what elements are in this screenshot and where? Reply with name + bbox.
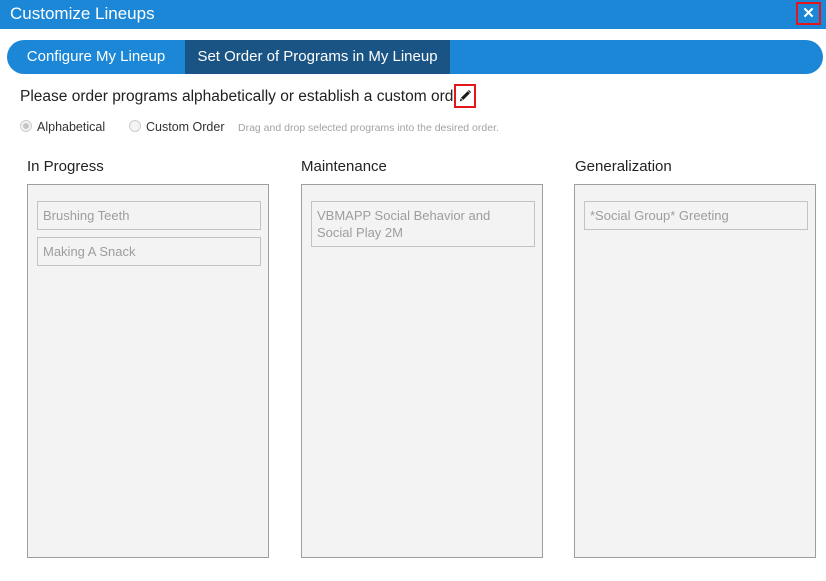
custom-order-label: Custom Order (146, 120, 225, 134)
alphabetical-radio[interactable] (20, 120, 32, 132)
alphabetical-option[interactable]: Alphabetical (20, 120, 105, 136)
alphabetical-label: Alphabetical (37, 120, 106, 134)
tab-bar: Configure My Lineup Set Order of Program… (7, 40, 823, 74)
drag-drop-hint: Drag and drop selected programs into the… (238, 122, 499, 134)
edit-order-button[interactable] (454, 84, 476, 108)
column-in-progress: Brushing Teeth Making A Snack (27, 184, 269, 558)
program-item[interactable]: Brushing Teeth (37, 201, 261, 230)
order-instruction: Please order programs alphabetically or … (20, 88, 471, 105)
column-heading-maintenance: Maintenance (301, 158, 387, 175)
tab-configure-my-lineup[interactable]: Configure My Lineup (7, 40, 185, 74)
program-item[interactable]: *Social Group* Greeting (584, 201, 808, 230)
column-generalization: *Social Group* Greeting (574, 184, 816, 558)
window-titlebar: Customize Lineups ✕ (0, 0, 826, 29)
window-title: Customize Lineups (10, 4, 155, 23)
close-button[interactable]: ✕ (796, 2, 821, 25)
custom-order-option[interactable]: Custom Order (129, 120, 225, 136)
program-item[interactable]: Making A Snack (37, 237, 261, 266)
close-icon: ✕ (802, 5, 815, 22)
tab-set-order-of-programs[interactable]: Set Order of Programs in My Lineup (185, 40, 450, 74)
column-heading-generalization: Generalization (575, 158, 672, 175)
column-maintenance: VBMAPP Social Behavior and Social Play 2… (301, 184, 543, 558)
column-heading-in-progress: In Progress (27, 158, 104, 175)
program-item[interactable]: VBMAPP Social Behavior and Social Play 2… (311, 201, 535, 247)
pencil-icon (459, 90, 471, 102)
custom-order-radio[interactable] (129, 120, 141, 132)
